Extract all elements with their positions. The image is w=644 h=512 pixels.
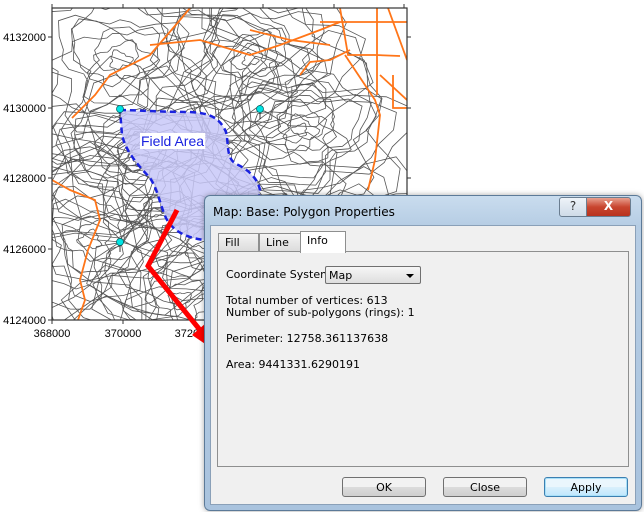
polygon-properties-dialog: Map: Base: Polygon Properties ? X Fill L… <box>204 195 642 511</box>
close-icon[interactable]: X <box>586 197 631 217</box>
area-value: Area: 9441331.6290191 <box>226 358 360 371</box>
contour-line <box>59 217 112 262</box>
ok-button[interactable]: OK <box>342 477 426 497</box>
y-tick-label: 4128000 <box>3 173 46 185</box>
coordinate-system-select[interactable]: Map <box>325 266 421 284</box>
y-tick-label: 4132000 <box>3 32 46 44</box>
sub-polygons-count: Number of sub-polygons (rings): 1 <box>226 306 415 319</box>
dialog-body: Fill Line Info Coordinate System: Map To… <box>210 225 636 505</box>
tab-info[interactable]: Info <box>300 231 346 253</box>
y-tick-label: 4124000 <box>3 315 46 327</box>
contour-line <box>239 81 372 186</box>
well-marker[interactable] <box>116 105 124 113</box>
perimeter-value: Perimeter: 12758.361137638 <box>226 332 389 345</box>
x-tick-label: 370000 <box>105 328 142 340</box>
field-area-label: Field Area <box>141 133 204 149</box>
contour-line <box>228 42 268 75</box>
info-panel: Coordinate System: Map Total number of v… <box>217 251 629 467</box>
contour-line <box>149 8 327 130</box>
contour-line <box>290 122 308 138</box>
contour-line <box>71 18 180 107</box>
y-tick-label: 4130000 <box>3 103 46 115</box>
well-marker[interactable] <box>256 105 264 113</box>
apply-button[interactable]: Apply <box>544 477 628 497</box>
tab-line[interactable]: Line <box>259 233 301 251</box>
y-tick-label: 4126000 <box>3 244 46 256</box>
tab-fill[interactable]: Fill <box>218 233 259 251</box>
contour-line <box>178 8 328 111</box>
dialog-title: Map: Base: Polygon Properties <box>213 205 395 219</box>
coordinate-system-value: Map <box>329 269 353 282</box>
well-marker[interactable] <box>116 238 124 246</box>
chevron-down-icon <box>406 274 414 278</box>
coordinate-system-label: Coordinate System: <box>226 268 335 281</box>
x-tick-label: 368000 <box>34 328 71 340</box>
close-button[interactable]: Close <box>443 477 527 497</box>
road <box>387 8 407 61</box>
help-button[interactable]: ? <box>559 197 587 217</box>
contour-line <box>109 49 134 70</box>
